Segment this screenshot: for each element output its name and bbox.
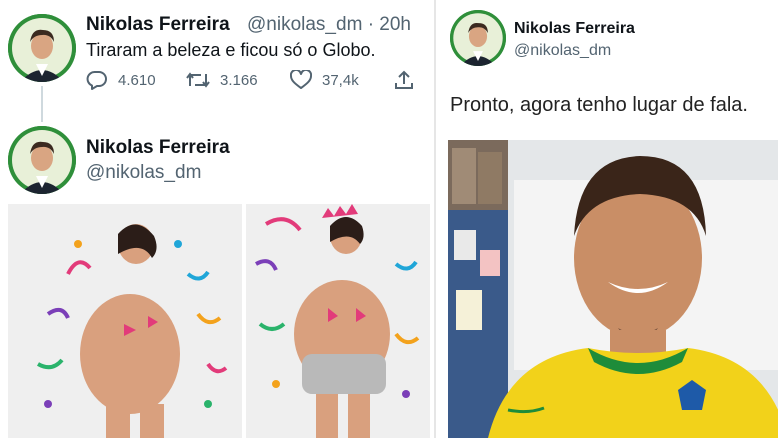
display-name[interactable]: Nikolas Ferreira: [86, 137, 230, 159]
reply-icon: [86, 71, 107, 90]
share-icon: [395, 70, 413, 89]
timestamp[interactable]: 20h: [379, 14, 411, 35]
share-button[interactable]: [394, 70, 424, 90]
left-tweet-column: Nikolas Ferreira @nikolas_dm · 20h Tirar…: [0, 0, 434, 438]
media-photo-2[interactable]: [246, 204, 430, 438]
retweet-count: 3.166: [220, 71, 258, 89]
handle-and-time[interactable]: @nikolas_dm · 20h: [247, 14, 411, 36]
separator: ·: [367, 14, 375, 35]
heart-icon: [290, 70, 312, 89]
handle[interactable]: @nikolas_dm: [247, 14, 362, 35]
like-button[interactable]: 37,4k: [290, 70, 359, 90]
retweet-icon: [186, 72, 210, 88]
avatar-image: [8, 14, 76, 82]
avatar-image: [8, 126, 76, 194]
carnival-photo-2: [246, 204, 430, 438]
avatar[interactable]: [450, 10, 506, 66]
media-photo-1[interactable]: [8, 204, 242, 438]
tweet-actions: 4.610 3.166 37,4k: [86, 70, 416, 96]
selfie-photo: [448, 140, 778, 438]
reply-button[interactable]: 4.610: [86, 70, 156, 90]
carnival-photo-1: [8, 204, 242, 438]
like-count: 37,4k: [322, 71, 359, 89]
tweet-text: Pronto, agora tenho lugar de fala.: [450, 94, 748, 116]
handle[interactable]: @nikolas_dm: [86, 162, 201, 184]
thread-connector: [41, 86, 43, 122]
display-name[interactable]: Nikolas Ferreira: [86, 14, 230, 36]
avatar-image: [450, 10, 506, 66]
media-photo[interactable]: [448, 140, 778, 438]
avatar[interactable]: [8, 126, 76, 194]
avatar[interactable]: [8, 14, 76, 82]
reply-count: 4.610: [118, 71, 156, 89]
right-tweet-column: Nikolas Ferreira @nikolas_dm Pronto, ago…: [434, 0, 778, 438]
retweet-button[interactable]: 3.166: [186, 70, 258, 90]
handle[interactable]: @nikolas_dm: [514, 42, 611, 60]
tweet-text: Tiraram a beleza e ficou só o Globo.: [86, 40, 376, 60]
display-name[interactable]: Nikolas Ferreira: [514, 20, 635, 38]
